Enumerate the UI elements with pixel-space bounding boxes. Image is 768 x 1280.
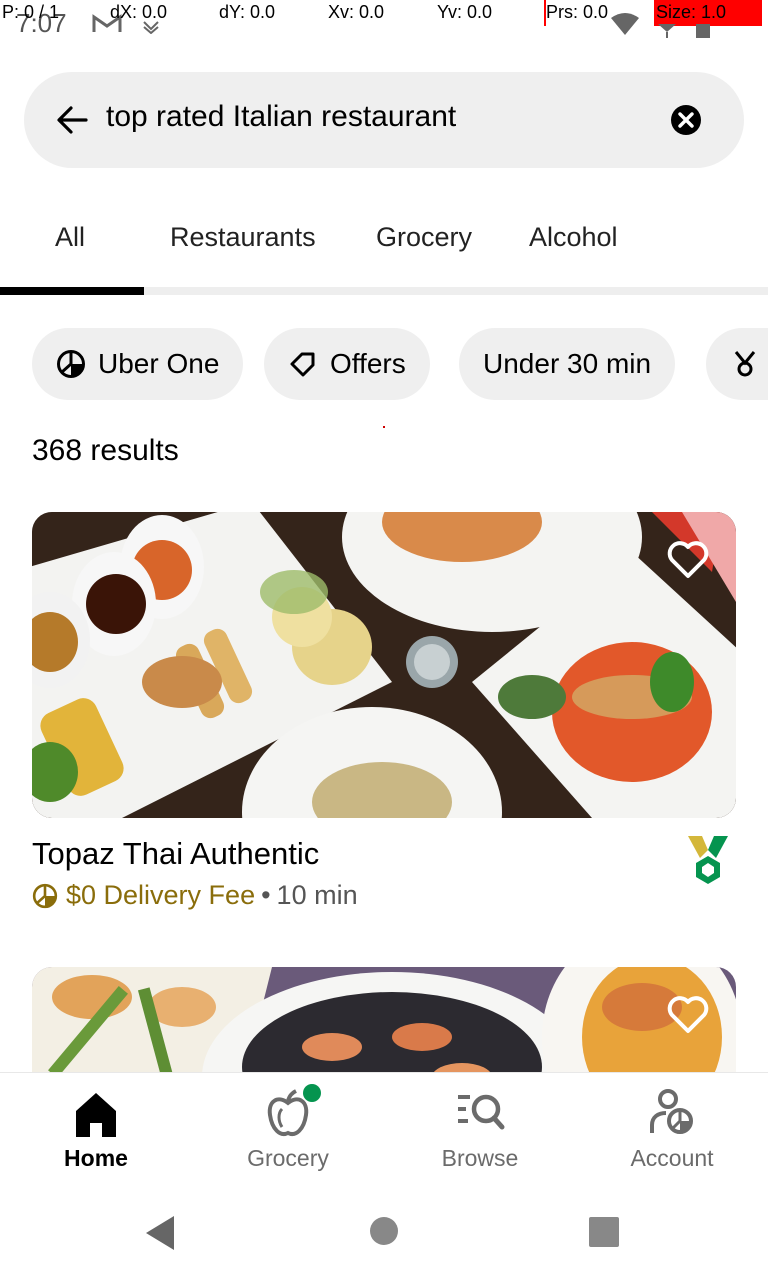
wifi-icon [611, 13, 639, 35]
chip-offers[interactable]: Offers [264, 328, 430, 400]
delivery-time: 10 min [276, 880, 358, 910]
store-meta: $0 Delivery Fee • 10 min [32, 880, 358, 911]
chip-top-rated[interactable] [706, 328, 768, 400]
clear-circle-icon[interactable] [670, 104, 702, 136]
tab-restaurants[interactable]: Restaurants [170, 222, 316, 253]
heart-outline-icon[interactable] [666, 995, 710, 1035]
home-icon [76, 1093, 116, 1137]
debug-xv: Xv: 0.0 [328, 2, 385, 22]
account-icon [650, 1089, 693, 1134]
nav-label: Home [64, 1145, 128, 1171]
search-input[interactable]: top rated Italian restaurant [106, 100, 456, 134]
delivery-fee: $0 Delivery Fee [66, 880, 256, 910]
tab-alcohol[interactable]: Alcohol [529, 222, 618, 253]
chip-label: Offers [330, 348, 406, 379]
results-count: 368 results [32, 434, 179, 467]
debug-dy: dY: 0.0 [219, 2, 276, 22]
system-home-icon[interactable] [369, 1216, 399, 1246]
meta-separator: • [261, 880, 271, 910]
chip-label: Under 30 min [483, 348, 652, 379]
system-back-icon[interactable] [146, 1216, 176, 1250]
debug-size: Size: 1.0 [656, 2, 727, 22]
tab-grocery[interactable]: Grocery [376, 222, 472, 253]
tag-icon [290, 352, 315, 377]
tab-active-indicator [0, 287, 144, 295]
nav-grocery[interactable]: Grocery [192, 1073, 384, 1193]
search-bar[interactable]: top rated Italian restaurant [24, 72, 744, 168]
store-image[interactable] [32, 512, 736, 818]
food-photo [32, 512, 736, 818]
arrow-left-icon[interactable] [56, 105, 88, 135]
bottom-navigation: Home Grocery Browse Account [0, 1072, 768, 1192]
nav-account[interactable]: Account [576, 1073, 768, 1193]
debug-pointer: P: 0 / 1 [2, 2, 60, 22]
chip-label: Uber One [98, 348, 220, 379]
battery-icon [696, 24, 710, 38]
nav-label: Grocery [247, 1145, 329, 1171]
nav-home[interactable]: Home [0, 1073, 192, 1193]
heart-outline-icon[interactable] [666, 540, 710, 580]
download-icon [143, 21, 159, 34]
ribbon-icon [734, 351, 756, 377]
uber-one-icon [57, 350, 85, 378]
touch-marker [383, 426, 385, 428]
signal-icon [658, 24, 676, 38]
chip-uber-one[interactable]: Uber One [32, 328, 244, 400]
uber-one-icon [32, 883, 58, 908]
status-bar: 7:07 P: 0 / 1 dX: 0.0 dY: 0.0 Xv: 0.0 Yv… [0, 0, 768, 48]
nav-browse[interactable]: Browse [384, 1073, 576, 1193]
nav-label: Account [630, 1145, 714, 1171]
notification-dot [303, 1084, 321, 1102]
debug-prs: Prs: 0.0 [546, 2, 609, 22]
nav-label: Browse [441, 1145, 519, 1171]
store-name[interactable]: Topaz Thai Authentic [32, 836, 319, 872]
system-navigation-bar [0, 1192, 768, 1280]
tab-all[interactable]: All [55, 222, 85, 253]
debug-yv: Yv: 0.0 [437, 2, 493, 22]
chip-under-30-min[interactable]: Under 30 min [459, 328, 676, 400]
browse-search-icon [458, 1094, 505, 1130]
top-rated-medal-icon [688, 836, 728, 884]
system-recents-icon[interactable] [589, 1217, 619, 1247]
